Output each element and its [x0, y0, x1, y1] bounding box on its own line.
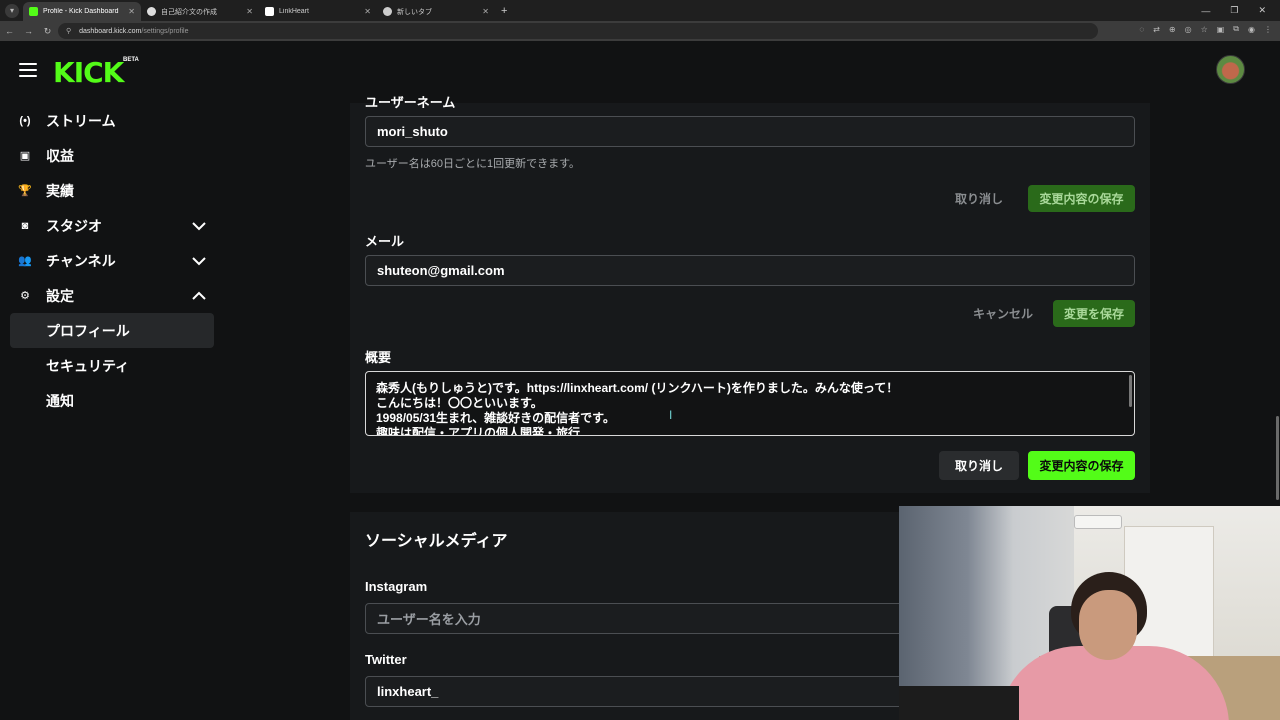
url-path: /settings/profile — [141, 27, 189, 35]
browser-tab-linkheart[interactable]: LinkHeart ✕ — [259, 2, 377, 21]
browser-tab-intro[interactable]: 自己紹介文の作成 ✕ — [141, 2, 259, 21]
url-input[interactable]: ⚲ dashboard.kick.com/settings/profile — [58, 23, 1098, 39]
text-cursor-icon: I — [669, 408, 673, 422]
maximize-icon[interactable]: ❐ — [1230, 5, 1238, 16]
username-label: ユーザーネーム — [365, 95, 456, 110]
revenue-icon: ▣ — [19, 150, 31, 162]
email-save-button[interactable]: 変更を保存 — [1053, 300, 1135, 327]
instagram-label: Instagram — [365, 579, 428, 594]
close-tab-icon[interactable]: ✕ — [364, 7, 371, 16]
browser-toolbar-icons: ◌ ⇄ ⊕ ◎ ☆ ▣ ⧉ ◉ ⋮ — [1139, 24, 1272, 34]
close-tab-icon[interactable]: ✕ — [128, 7, 135, 16]
reload-icon[interactable]: ↻ — [38, 26, 57, 37]
app-header: KICK BETA — [0, 41, 1280, 103]
tab-title: LinkHeart — [279, 8, 309, 15]
sidebar-item-label: チャンネル — [46, 252, 116, 269]
page-scrollbar[interactable] — [1276, 416, 1279, 500]
zoom-icon[interactable]: ⊕ — [1169, 25, 1176, 34]
sidebar-item-studio[interactable]: ◙ スタジオ — [0, 208, 224, 243]
sidebar-item-label: 収益 — [46, 147, 74, 164]
close-tab-icon[interactable]: ✕ — [482, 7, 489, 16]
email-input[interactable]: shuteon@gmail.com — [365, 255, 1135, 286]
webcam-air-conditioner — [1074, 515, 1122, 529]
bio-line: 森秀人(もりしゅうと)です。https://linxheart.com/ (リン… — [376, 381, 899, 395]
translate-icon[interactable]: ⇄ — [1153, 25, 1160, 34]
tab-title: Profile - Kick Dashboard — [43, 8, 119, 15]
sidebar-item-stream[interactable]: (•) ストリーム — [0, 103, 224, 138]
window-controls: — ❐ ✕ — [1201, 0, 1280, 21]
email-cancel-button[interactable]: キャンセル — [963, 300, 1043, 327]
sidebar-item-notifications[interactable]: 通知 — [0, 383, 224, 418]
sidebar-item-channel[interactable]: 👥 チャンネル — [0, 243, 224, 278]
sidebar-item-revenue[interactable]: ▣ 収益 — [0, 138, 224, 173]
url-host: dashboard.kick.com — [79, 27, 142, 35]
chevron-down-icon[interactable] — [191, 218, 207, 234]
puzzle-icon[interactable]: ⧉ — [1233, 24, 1239, 34]
eye-off-icon[interactable]: ◌ — [1139, 25, 1144, 34]
forward-icon[interactable]: → — [19, 26, 38, 36]
cast-icon[interactable]: ◎ — [1185, 25, 1192, 34]
bio-line: 趣味は配信・アプリの個人開発・旅行 — [376, 426, 581, 436]
kick-logo[interactable]: KICK — [53, 56, 124, 89]
bio-textarea[interactable]: 森秀人(もりしゅうと)です。https://linxheart.com/ (リン… — [365, 371, 1135, 436]
gear-icon: ⚙ — [20, 290, 30, 302]
sidebar-item-label: 設定 — [46, 287, 74, 304]
user-avatar[interactable] — [1216, 55, 1245, 84]
chevron-up-icon[interactable] — [191, 288, 207, 304]
sidebar-item-label: 実績 — [46, 182, 74, 199]
bio-line: こんにちは！〇〇といいます。 — [376, 396, 543, 410]
username-hint: ユーザー名は60日ごとに1回更新できます。 — [365, 158, 581, 170]
sidebar-item-settings[interactable]: ⚙ 設定 — [0, 278, 224, 313]
address-bar: ← → ↻ ⚲ dashboard.kick.com/settings/prof… — [0, 21, 1280, 41]
chatgpt-favicon-icon — [147, 7, 156, 16]
browser-tab-newtab[interactable]: 新しいタブ ✕ — [377, 2, 495, 21]
bio-cancel-button[interactable]: 取り消し — [939, 451, 1019, 480]
bookmark-star-icon[interactable]: ☆ — [1201, 25, 1208, 34]
close-window-icon[interactable]: ✕ — [1258, 5, 1266, 16]
sidebar-item-achievements[interactable]: 🏆 実績 — [0, 173, 224, 208]
username-input[interactable]: mori_shuto — [365, 116, 1135, 147]
browser-tab-profile[interactable]: Profile - Kick Dashboard ✕ — [23, 2, 141, 21]
linkheart-favicon-icon — [265, 7, 274, 16]
close-tab-icon[interactable]: ✕ — [246, 7, 253, 16]
sidebar: (•) ストリーム ▣ 収益 🏆 実績 ◙ スタジオ 👥 チャンネル ⚙ 設定 … — [0, 103, 224, 418]
extension-icon[interactable]: ▣ — [1217, 25, 1225, 34]
webcam-desk — [899, 686, 1019, 720]
bio-label: 概要 — [365, 350, 392, 365]
stream-icon: (•) — [19, 114, 31, 127]
back-icon[interactable]: ← — [0, 26, 19, 36]
hamburger-menu-icon[interactable] — [19, 63, 37, 77]
bio-save-button[interactable]: 変更内容の保存 — [1028, 451, 1135, 480]
chrome-favicon-icon — [383, 7, 392, 16]
channel-icon: 👥 — [18, 255, 32, 267]
chevron-down-icon[interactable] — [191, 253, 207, 269]
email-label: メール — [365, 234, 405, 249]
site-info-icon[interactable]: ⚲ — [66, 27, 71, 35]
tab-title: 新しいタブ — [397, 8, 432, 16]
twitter-label: Twitter — [365, 652, 407, 667]
sidebar-item-label: スタジオ — [46, 217, 102, 234]
tab-title: 自己紹介文の作成 — [161, 8, 217, 16]
sidebar-item-security[interactable]: セキュリティ — [0, 348, 224, 383]
username-cancel-button[interactable]: 取り消し — [945, 185, 1013, 212]
username-save-button[interactable]: 変更内容の保存 — [1028, 185, 1135, 212]
webcam-person-face — [1079, 590, 1137, 660]
beta-badge: BETA — [123, 57, 139, 63]
minimize-icon[interactable]: — — [1201, 6, 1210, 16]
studio-icon: ◙ — [21, 219, 29, 232]
more-menu-icon[interactable]: ⋮ — [1264, 25, 1272, 34]
browser-tab-bar: ▾ Profile - Kick Dashboard ✕ 自己紹介文の作成 ✕ … — [0, 0, 1280, 21]
tab-search-icon[interactable]: ▾ — [5, 3, 19, 18]
trophy-icon: 🏆 — [18, 185, 32, 197]
bio-line: 1998/05/31生まれ、雑談好きの配信者です。 — [376, 411, 615, 425]
sidebar-item-profile[interactable]: プロフィール — [10, 313, 214, 348]
textarea-scrollbar[interactable] — [1129, 375, 1132, 407]
webcam-overlay — [899, 506, 1280, 720]
social-media-title: ソーシャルメディア — [365, 533, 508, 550]
profile-icon[interactable]: ◉ — [1248, 25, 1255, 34]
sidebar-item-label: ストリーム — [46, 112, 116, 129]
kick-favicon-icon — [29, 7, 38, 16]
new-tab-plus-icon[interactable]: + — [501, 5, 507, 17]
